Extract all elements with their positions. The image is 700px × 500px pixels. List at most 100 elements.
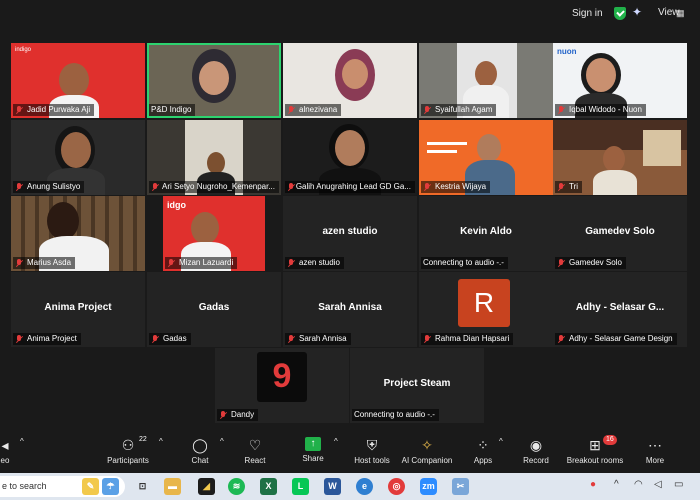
chat-button[interactable]: ◯ Chat — [186, 437, 214, 465]
ai-sparkle-icon[interactable]: ✦ — [632, 5, 642, 19]
heart-icon: ♡ — [248, 437, 262, 453]
mic-muted-icon — [287, 105, 296, 115]
more-button[interactable]: ⋯ More — [641, 437, 669, 465]
video-tile[interactable]: Tri — [553, 120, 687, 195]
zoom-icon[interactable]: zm — [420, 478, 437, 495]
video-tile-no-video[interactable]: Adhy - Selasar G... Adhy - Selasar Game … — [553, 272, 687, 347]
video-tile[interactable]: Kestria Wijaya — [419, 120, 553, 195]
participant-name: Jadid Purwaka Aji — [13, 104, 95, 116]
participants-button[interactable]: ⚇ 22 Participants — [103, 436, 153, 465]
participant-name: Sarah Annisa — [285, 333, 351, 345]
host-tools-button[interactable]: ⛨ Host tools — [350, 437, 394, 465]
participant-display-name: azen studio — [322, 226, 378, 237]
battery-icon[interactable]: ▭ — [674, 479, 683, 490]
video-tile-no-video[interactable]: Anima Project Anima Project — [11, 272, 145, 347]
excel-icon[interactable]: X — [260, 478, 277, 495]
breakout-count-badge: 16 — [603, 435, 617, 445]
chat-options-caret[interactable]: ^ — [220, 437, 224, 446]
react-button[interactable]: ♡ React — [240, 437, 270, 465]
participant-display-name: Anima Project — [44, 302, 112, 313]
share-options-caret[interactable]: ^ — [334, 437, 338, 446]
participant-display-name: Gadas — [198, 302, 230, 313]
mic-muted-icon — [287, 334, 296, 344]
breakout-rooms-button[interactable]: ⊞ 16 Breakout rooms — [566, 435, 624, 465]
participant-body — [593, 170, 637, 195]
video-tile-no-video[interactable]: azen studio azen studio — [283, 196, 417, 271]
apps-icon: ⁘ — [477, 437, 489, 453]
participant-face — [335, 130, 365, 166]
line-icon[interactable]: L — [292, 478, 309, 495]
participant-name: Anung Sulistyo — [13, 181, 85, 193]
video-tile-no-video[interactable]: Project Steam Connecting to audio -.- — [350, 348, 484, 423]
video-tile-no-video[interactable]: Sarah Annisa Sarah Annisa — [283, 272, 417, 347]
task-view-icon[interactable]: ⊡ — [134, 478, 151, 495]
participant-name: Adhy - Selasar Game Design — [555, 333, 677, 345]
record-icon: ◉ — [529, 437, 543, 453]
participant-face — [342, 59, 368, 89]
participant-name: Dandy — [217, 409, 259, 421]
participant-head — [475, 61, 497, 87]
record-button[interactable]: ◉ Record — [521, 437, 551, 465]
ai-sparkle-icon: ✧ — [421, 437, 433, 453]
widgets-icon[interactable]: ✎ — [82, 478, 99, 495]
video-tile-no-video[interactable]: 9 Dandy — [215, 348, 349, 423]
mic-muted-icon — [557, 258, 566, 268]
participant-logo: 9 — [257, 352, 307, 402]
spotify-icon[interactable]: ≋ — [228, 478, 245, 495]
participant-head — [207, 152, 225, 174]
mic-muted-icon — [557, 182, 566, 192]
video-tile[interactable]: alnezivana — [283, 43, 417, 118]
participant-face — [199, 61, 229, 95]
brand-logo: nuon — [557, 47, 577, 56]
volume-icon[interactable]: ◁ — [654, 479, 662, 490]
video-tile-no-video[interactable]: Kevin Aldo Connecting to audio -.- — [419, 196, 553, 271]
apps-options-caret[interactable]: ^ — [499, 437, 503, 446]
video-tile-no-video[interactable]: Gadas Gadas — [147, 272, 281, 347]
participant-name: Mizan Lazuardi — [165, 257, 238, 269]
notification-app-icon[interactable]: ● — [590, 479, 596, 490]
sign-in-link[interactable]: Sign in — [572, 8, 603, 19]
tray-chevron-icon[interactable]: ^ — [614, 479, 619, 490]
participant-name: Gamedev Solo — [555, 257, 626, 269]
participant-head — [47, 202, 79, 240]
video-tile[interactable]: Anung Sulistyo — [11, 120, 145, 195]
word-icon[interactable]: W — [324, 478, 341, 495]
video-tile[interactable]: Ari Setyo Nugroho_Kemenpar... — [147, 120, 281, 195]
video-tile-no-video[interactable]: R Rahma Dian Hapsari — [419, 272, 553, 347]
participants-options-caret[interactable]: ^ — [159, 437, 163, 446]
weather-icon[interactable]: ☂ — [102, 478, 119, 495]
video-tile-no-video[interactable]: Gamedev Solo Gamedev Solo — [553, 196, 687, 271]
brand-logo: indigo — [15, 47, 32, 53]
security-shield-icon[interactable] — [614, 7, 626, 20]
top-bar: Sign in ✦ View ▦ — [0, 0, 700, 30]
wifi-icon[interactable]: ◠ — [634, 479, 643, 490]
sticky-app-icon[interactable]: ◢ — [198, 478, 215, 495]
participant-name: Galih Anugrahing Lead GD Ga... — [285, 181, 415, 193]
mic-muted-icon — [423, 105, 432, 115]
video-tile[interactable]: idgo Mizan Lazuardi — [163, 196, 265, 271]
video-tile[interactable]: indigo Jadid Purwaka Aji — [11, 43, 145, 118]
shield-icon: ⛨ — [366, 437, 378, 453]
share-button[interactable]: ↑ Share — [298, 437, 328, 463]
slide-text-line — [427, 142, 467, 145]
video-tile[interactable]: Syaifullah Agam — [419, 43, 553, 118]
participant-display-name: Adhy - Selasar G... — [575, 302, 665, 313]
meeting-toolbar: ◂ eo ^ ⚇ 22 Participants ^ ◯ Chat ^ ♡ Re… — [0, 433, 700, 473]
video-tile-active-speaker[interactable]: P&D Indigo — [147, 43, 281, 118]
mic-muted-icon — [15, 105, 24, 115]
os-taskbar: e to search ✎ ☂ ⊡ ▬ ◢ ≋ X L W e ◎ zm ✂ ●… — [0, 473, 700, 500]
video-options-caret[interactable]: ^ — [20, 437, 24, 446]
snipping-tool-icon[interactable]: ✂ — [452, 478, 469, 495]
video-button[interactable]: ◂ eo — [0, 437, 16, 465]
background-screen — [643, 130, 681, 166]
video-tile[interactable]: Marius Asda — [11, 196, 145, 271]
video-tile[interactable]: nuon Iqbal Widodo - Nuon — [553, 43, 687, 118]
ai-companion-button[interactable]: ✧ AI Companion — [400, 437, 454, 465]
mic-muted-icon — [151, 182, 159, 192]
view-grid-icon[interactable]: ▦ — [676, 8, 684, 19]
edge-icon[interactable]: e — [356, 478, 373, 495]
file-explorer-icon[interactable]: ▬ — [164, 478, 181, 495]
apps-button[interactable]: ⁘ Apps — [470, 437, 496, 465]
chrome-icon[interactable]: ◎ — [388, 478, 405, 495]
video-tile[interactable]: Galih Anugrahing Lead GD Ga... — [283, 120, 417, 195]
